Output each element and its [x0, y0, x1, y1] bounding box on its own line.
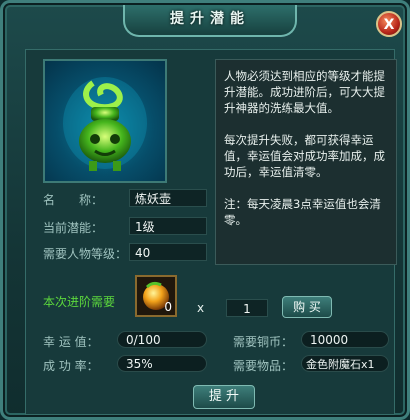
- artifact-image-frame: [43, 59, 167, 183]
- description-paragraph: 每次提升失败，都可获得幸运值，幸运值会对成功率加成，成功后，幸运值清零。: [224, 133, 385, 179]
- buy-button[interactable]: 购 买: [282, 296, 332, 318]
- copper-value: 10000: [301, 331, 389, 348]
- upgrade-button[interactable]: 提 升: [193, 385, 255, 409]
- luck-value: 0/100: [117, 331, 207, 348]
- advance-requirement-label: 本次进阶需要: [43, 295, 116, 309]
- close-icon: X: [383, 17, 395, 33]
- title-bar: 提升潜能: [123, 5, 297, 37]
- potential-label: 当前潜能：: [43, 221, 104, 235]
- item-count: 0: [164, 300, 172, 314]
- times-sign: x: [197, 301, 205, 315]
- jade-cauldron-icon: [63, 77, 147, 171]
- required-item-label: 需要物品：: [233, 359, 294, 373]
- copper-label: 需要铜币：: [233, 335, 294, 349]
- success-rate-label: 成 功 率：: [43, 359, 99, 373]
- potential-value: 1级: [129, 217, 207, 235]
- level-label: 需要人物等级：: [43, 247, 128, 261]
- description-box: 人物必须达到相应的等级才能提升潜能。成功进阶后，可大大提升神器的洗练最大值。 每…: [215, 59, 397, 265]
- description-paragraph: 人物必须达到相应的等级才能提升潜能。成功进阶后，可大大提升神器的洗练最大值。: [224, 69, 385, 115]
- quantity-input[interactable]: 1: [226, 299, 268, 317]
- name-value: 炼妖壶: [129, 189, 207, 207]
- window-title: 提升潜能: [170, 11, 250, 27]
- required-item-value: 金色附魔石x1: [301, 355, 389, 372]
- luck-label: 幸 运 值：: [43, 335, 99, 349]
- name-label: 名 称：: [43, 193, 104, 207]
- description-note: 注：每天凌晨3点幸运值也会清零。: [224, 197, 381, 227]
- success-rate-value: 35%: [117, 355, 207, 372]
- level-value: 40: [129, 243, 207, 261]
- close-button[interactable]: X: [376, 11, 402, 37]
- upgrade-potential-window: 提升潜能 X 人物必须达到相应的等级才能提升潜能。成功进阶后，可大大提升神器的洗…: [0, 0, 410, 420]
- item-slot[interactable]: 0: [135, 275, 177, 317]
